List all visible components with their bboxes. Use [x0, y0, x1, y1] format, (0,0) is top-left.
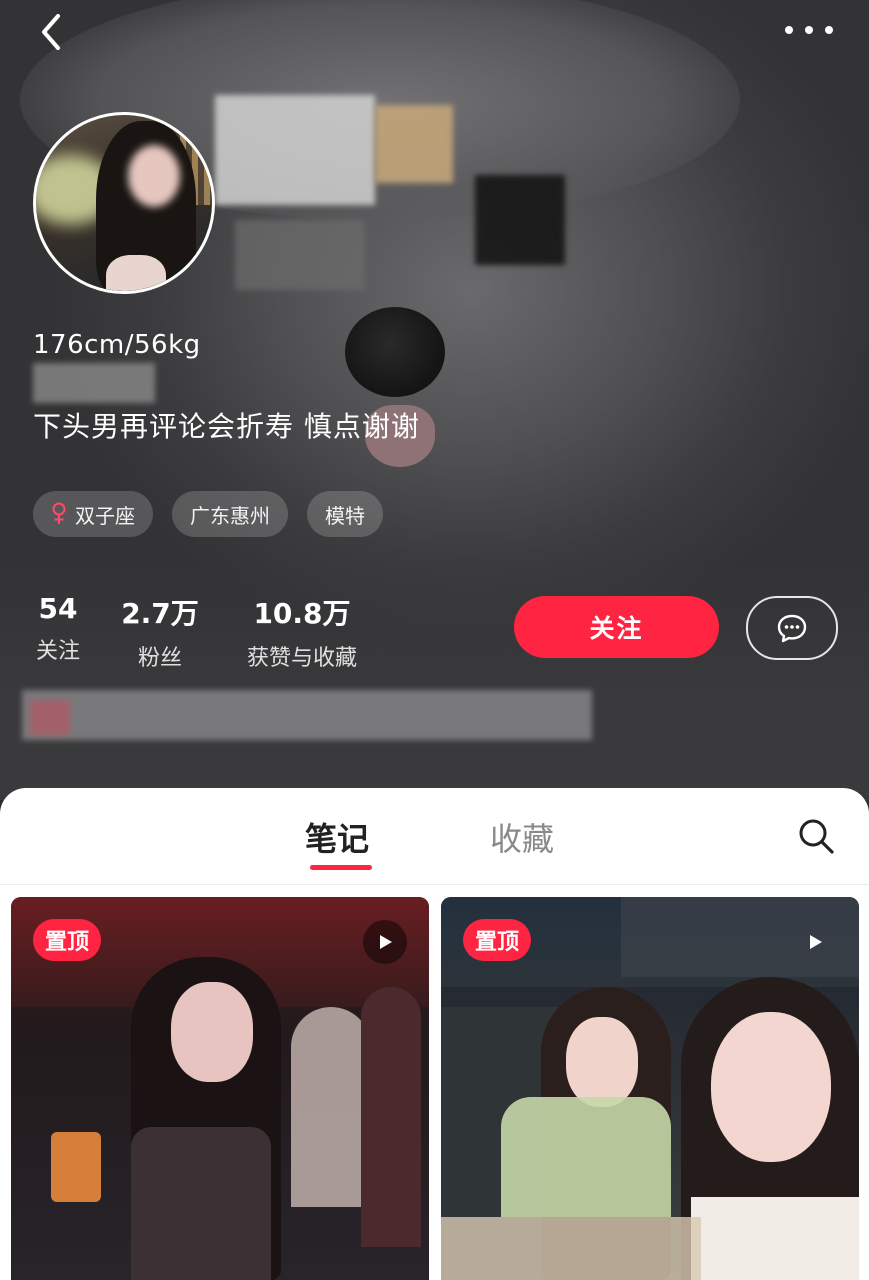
- back-button[interactable]: [30, 10, 74, 54]
- bio-text: 下头男再评论会折寿 慎点谢谢: [33, 410, 420, 443]
- stat-value: 10.8万: [253, 597, 351, 630]
- stat-following[interactable]: 54 关注: [33, 592, 83, 665]
- female-icon: [52, 502, 66, 524]
- chat-bubble-icon: [777, 614, 807, 643]
- background-photo-dog-nose: [345, 307, 445, 397]
- note-card[interactable]: 置顶: [441, 897, 859, 1280]
- redacted-name-block: [375, 105, 453, 183]
- active-tab-indicator: [310, 865, 372, 870]
- tag-label: 广东惠州: [190, 503, 270, 528]
- redacted-text-block: [22, 690, 592, 740]
- stat-likes-collections[interactable]: 10.8万 获赞与收藏: [240, 592, 364, 672]
- tab-bar: 笔记 收藏: [0, 788, 869, 885]
- tag-location[interactable]: 广东惠州: [172, 491, 288, 537]
- tag-label: 模特: [325, 503, 365, 528]
- tag-zodiac[interactable]: 双子座: [33, 491, 153, 537]
- redacted-name-block: [475, 175, 565, 265]
- redacted-text-block: [33, 363, 155, 403]
- stat-value: 54: [38, 592, 78, 625]
- search-button[interactable]: [796, 816, 836, 856]
- redacted-text-block: [30, 700, 70, 735]
- content-sheet: 笔记 收藏 置顶 置顶: [0, 788, 869, 1280]
- tag-label: 双子座: [75, 503, 135, 528]
- stat-followers[interactable]: 2.7万 粉丝: [120, 592, 200, 672]
- play-icon: [380, 935, 392, 949]
- height-weight-text: 176cm/56kg: [33, 330, 201, 360]
- tag-occupation[interactable]: 模特: [307, 491, 383, 537]
- search-icon: [799, 819, 834, 854]
- more-button[interactable]: [779, 18, 839, 42]
- tag-list: 双子座 广东惠州 模特: [33, 491, 383, 537]
- video-indicator: [793, 920, 837, 964]
- tab-notes[interactable]: 笔记: [305, 814, 369, 860]
- stat-label: 关注: [35, 639, 80, 664]
- follow-button[interactable]: 关注: [514, 596, 719, 658]
- redacted-id-block: [235, 220, 365, 290]
- note-card[interactable]: 置顶: [11, 897, 429, 1280]
- stat-value: 2.7万: [121, 597, 199, 630]
- redacted-name-block: [215, 95, 375, 205]
- pinned-badge: 置顶: [463, 919, 532, 961]
- play-icon: [810, 935, 822, 949]
- stat-label: 粉丝: [137, 646, 182, 671]
- message-button[interactable]: [746, 596, 838, 660]
- avatar[interactable]: [33, 112, 215, 294]
- stat-label: 获赞与收藏: [246, 646, 357, 671]
- video-indicator: [363, 920, 407, 964]
- tab-collections[interactable]: 收藏: [490, 814, 554, 860]
- chevron-left-icon: [42, 14, 60, 50]
- more-dots-icon: [785, 26, 833, 34]
- pinned-badge: 置顶: [33, 919, 102, 961]
